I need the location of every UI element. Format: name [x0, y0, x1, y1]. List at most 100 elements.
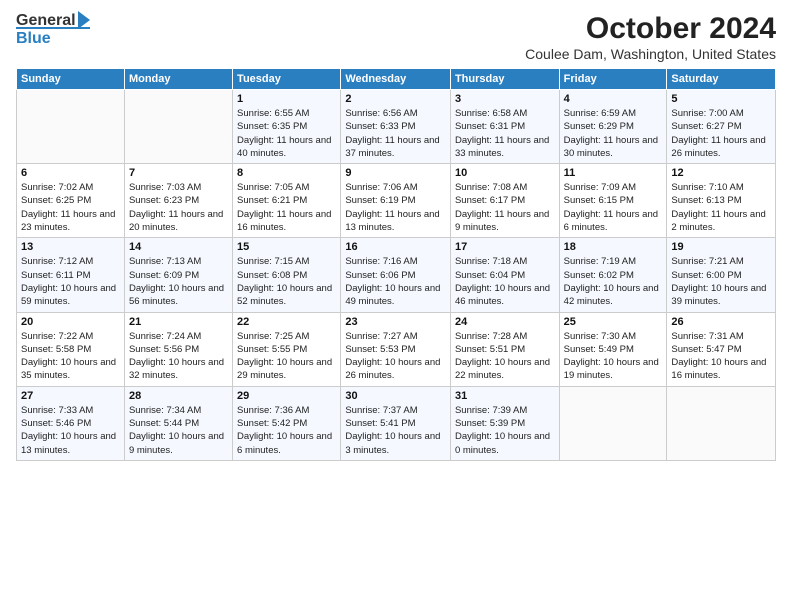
week-row-2: 6 Sunrise: 7:02 AM Sunset: 6:25 PM Daylig… — [17, 164, 776, 238]
title-block: October 2024 Coulee Dam, Washington, Uni… — [525, 12, 776, 62]
col-sunday: Sunday — [17, 69, 125, 90]
day-number: 27 — [21, 390, 120, 402]
day-info: Sunrise: 7:25 AM Sunset: 5:55 PM Dayligh… — [237, 330, 336, 383]
day-number: 6 — [21, 167, 120, 179]
table-cell: 26 Sunrise: 7:31 AM Sunset: 5:47 PM Dayli… — [667, 312, 776, 386]
day-number: 14 — [129, 241, 228, 253]
day-info: Sunrise: 7:03 AM Sunset: 6:23 PM Dayligh… — [129, 181, 228, 234]
day-number: 28 — [129, 390, 228, 402]
col-wednesday: Wednesday — [341, 69, 451, 90]
logo: General Blue — [16, 12, 90, 48]
table-cell — [559, 386, 667, 460]
day-info: Sunrise: 7:19 AM Sunset: 6:02 PM Dayligh… — [564, 255, 663, 308]
table-cell: 9 Sunrise: 7:06 AM Sunset: 6:19 PM Daylig… — [341, 164, 451, 238]
day-number: 2 — [345, 93, 446, 105]
day-number: 31 — [455, 390, 555, 402]
col-monday: Monday — [124, 69, 232, 90]
table-cell: 30 Sunrise: 7:37 AM Sunset: 5:41 PM Dayli… — [341, 386, 451, 460]
day-info: Sunrise: 7:33 AM Sunset: 5:46 PM Dayligh… — [21, 404, 120, 457]
day-info: Sunrise: 7:27 AM Sunset: 5:53 PM Dayligh… — [345, 330, 446, 383]
day-number: 9 — [345, 167, 446, 179]
table-cell — [667, 386, 776, 460]
table-cell: 17 Sunrise: 7:18 AM Sunset: 6:04 PM Dayli… — [450, 238, 559, 312]
col-saturday: Saturday — [667, 69, 776, 90]
day-info: Sunrise: 7:37 AM Sunset: 5:41 PM Dayligh… — [345, 404, 446, 457]
day-number: 20 — [21, 316, 120, 328]
page: General Blue October 2024 Coulee Dam, Wa… — [0, 0, 792, 612]
table-cell: 3 Sunrise: 6:58 AM Sunset: 6:31 PM Daylig… — [450, 90, 559, 164]
day-info: Sunrise: 7:02 AM Sunset: 6:25 PM Dayligh… — [21, 181, 120, 234]
day-info: Sunrise: 7:39 AM Sunset: 5:39 PM Dayligh… — [455, 404, 555, 457]
logo-bottom: Blue — [16, 27, 90, 48]
table-cell — [17, 90, 125, 164]
day-info: Sunrise: 7:12 AM Sunset: 6:11 PM Dayligh… — [21, 255, 120, 308]
table-cell: 5 Sunrise: 7:00 AM Sunset: 6:27 PM Daylig… — [667, 90, 776, 164]
day-number: 5 — [671, 93, 771, 105]
calendar-body: 1Sunrise: 6:55 AM Sunset: 6:35 PM Daylig… — [17, 90, 776, 461]
day-info: Sunrise: 7:31 AM Sunset: 5:47 PM Dayligh… — [671, 330, 771, 383]
table-cell: 2 Sunrise: 6:56 AM Sunset: 6:33 PM Daylig… — [341, 90, 451, 164]
day-number: 17 — [455, 241, 555, 253]
day-info: Sunrise: 6:55 AM Sunset: 6:35 PM Dayligh… — [237, 107, 336, 160]
week-row-3: 13 Sunrise: 7:12 AM Sunset: 6:11 PM Dayli… — [17, 238, 776, 312]
table-cell: 28Sunrise: 7:34 AM Sunset: 5:44 PM Dayli… — [124, 386, 232, 460]
table-cell: 10Sunrise: 7:08 AM Sunset: 6:17 PM Dayli… — [450, 164, 559, 238]
day-number: 21 — [129, 316, 228, 328]
table-cell — [124, 90, 232, 164]
table-cell: 8 Sunrise: 7:05 AM Sunset: 6:21 PM Daylig… — [233, 164, 341, 238]
day-number: 4 — [564, 93, 663, 105]
day-info: Sunrise: 7:24 AM Sunset: 5:56 PM Dayligh… — [129, 330, 228, 383]
day-number: 15 — [237, 241, 336, 253]
table-cell: 12Sunrise: 7:10 AM Sunset: 6:13 PM Dayli… — [667, 164, 776, 238]
day-number: 16 — [345, 241, 446, 253]
day-info: Sunrise: 7:16 AM Sunset: 6:06 PM Dayligh… — [345, 255, 446, 308]
day-info: Sunrise: 7:21 AM Sunset: 6:00 PM Dayligh… — [671, 255, 771, 308]
day-info: Sunrise: 7:09 AM Sunset: 6:15 PM Dayligh… — [564, 181, 663, 234]
day-number: 25 — [564, 316, 663, 328]
table-cell: 31 Sunrise: 7:39 AM Sunset: 5:39 PM Dayli… — [450, 386, 559, 460]
week-row-5: 27 Sunrise: 7:33 AM Sunset: 5:46 PM Dayli… — [17, 386, 776, 460]
day-number: 23 — [345, 316, 446, 328]
table-cell: 23 Sunrise: 7:27 AM Sunset: 5:53 PM Dayli… — [341, 312, 451, 386]
day-info: Sunrise: 7:05 AM Sunset: 6:21 PM Dayligh… — [237, 181, 336, 234]
calendar-subtitle: Coulee Dam, Washington, United States — [525, 46, 776, 62]
day-number: 11 — [564, 167, 663, 179]
day-info: Sunrise: 7:30 AM Sunset: 5:49 PM Dayligh… — [564, 330, 663, 383]
day-info: Sunrise: 7:10 AM Sunset: 6:13 PM Dayligh… — [671, 181, 771, 234]
table-cell: 20 Sunrise: 7:22 AM Sunset: 5:58 PM Dayli… — [17, 312, 125, 386]
day-number: 7 — [129, 167, 228, 179]
day-info: Sunrise: 6:56 AM Sunset: 6:33 PM Dayligh… — [345, 107, 446, 160]
table-cell: 13 Sunrise: 7:12 AM Sunset: 6:11 PM Dayli… — [17, 238, 125, 312]
day-info: Sunrise: 7:06 AM Sunset: 6:19 PM Dayligh… — [345, 181, 446, 234]
day-info: Sunrise: 7:00 AM Sunset: 6:27 PM Dayligh… — [671, 107, 771, 160]
day-number: 3 — [455, 93, 555, 105]
day-info: Sunrise: 7:28 AM Sunset: 5:51 PM Dayligh… — [455, 330, 555, 383]
table-cell: 18 Sunrise: 7:19 AM Sunset: 6:02 PM Dayli… — [559, 238, 667, 312]
day-number: 24 — [455, 316, 555, 328]
day-info: Sunrise: 7:08 AM Sunset: 6:17 PM Dayligh… — [455, 181, 555, 234]
day-number: 19 — [671, 241, 771, 253]
day-number: 26 — [671, 316, 771, 328]
day-info: Sunrise: 7:13 AM Sunset: 6:09 PM Dayligh… — [129, 255, 228, 308]
logo-chevron-icon — [78, 11, 90, 29]
col-tuesday: Tuesday — [233, 69, 341, 90]
day-number: 30 — [345, 390, 446, 402]
table-cell: 14 Sunrise: 7:13 AM Sunset: 6:09 PM Dayli… — [124, 238, 232, 312]
table-cell: 25 Sunrise: 7:30 AM Sunset: 5:49 PM Dayli… — [559, 312, 667, 386]
day-info: Sunrise: 7:22 AM Sunset: 5:58 PM Dayligh… — [21, 330, 120, 383]
table-cell: 29Sunrise: 7:36 AM Sunset: 5:42 PM Dayli… — [233, 386, 341, 460]
day-number: 8 — [237, 167, 336, 179]
day-number: 18 — [564, 241, 663, 253]
table-cell: 7 Sunrise: 7:03 AM Sunset: 6:23 PM Daylig… — [124, 164, 232, 238]
day-number: 13 — [21, 241, 120, 253]
table-cell: 11 Sunrise: 7:09 AM Sunset: 6:15 PM Dayli… — [559, 164, 667, 238]
header: General Blue October 2024 Coulee Dam, Wa… — [16, 12, 776, 62]
table-cell: 22Sunrise: 7:25 AM Sunset: 5:55 PM Dayli… — [233, 312, 341, 386]
day-info: Sunrise: 7:18 AM Sunset: 6:04 PM Dayligh… — [455, 255, 555, 308]
day-info: Sunrise: 6:58 AM Sunset: 6:31 PM Dayligh… — [455, 107, 555, 160]
col-thursday: Thursday — [450, 69, 559, 90]
table-cell: 21 Sunrise: 7:24 AM Sunset: 5:56 PM Dayli… — [124, 312, 232, 386]
table-cell: 16 Sunrise: 7:16 AM Sunset: 6:06 PM Dayli… — [341, 238, 451, 312]
day-info: Sunrise: 6:59 AM Sunset: 6:29 PM Dayligh… — [564, 107, 663, 160]
logo-word: General — [16, 12, 76, 30]
